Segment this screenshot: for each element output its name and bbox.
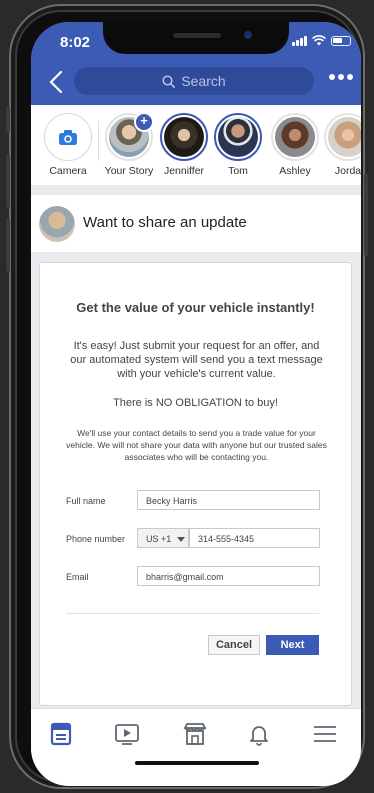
signal-icon: [292, 35, 307, 46]
power-button: [364, 174, 368, 256]
volume-up-button: [6, 154, 10, 208]
email-field[interactable]: bharris@gmail.com: [137, 566, 320, 586]
divider: [66, 613, 319, 614]
watch-video-icon[interactable]: [113, 720, 141, 748]
back-arrow-icon[interactable]: [47, 70, 67, 94]
story-label: Your Story: [104, 165, 154, 177]
country-code-select[interactable]: US +1: [137, 528, 189, 548]
app-screen: 8:02 Search Camera + Your Story Jenniffe…: [31, 22, 361, 786]
avatar: [328, 117, 361, 157]
status-composer[interactable]: Want to share an update: [31, 195, 361, 252]
search-icon: [162, 74, 176, 88]
device-notch: [103, 22, 289, 54]
story-ring: [271, 113, 319, 161]
story-label: Jorda: [334, 165, 361, 177]
camera-icon: [59, 129, 77, 145]
menu-icon[interactable]: [311, 720, 339, 748]
form-disclaimer: We'll use your contact details to send y…: [66, 428, 327, 462]
lead-form-card: Get the value of your vehicle instantly!…: [39, 262, 352, 706]
chevron-down-icon: [176, 537, 185, 542]
story-label: Tom: [228, 165, 248, 177]
full-name-field[interactable]: Becky Harris: [137, 490, 320, 510]
avatar: [164, 117, 204, 157]
avatar: [218, 117, 258, 157]
form-obligation: There is NO OBLIGATION to buy!: [113, 397, 278, 409]
your-story-circle: +: [105, 112, 154, 161]
bottom-tab-bar: [31, 708, 361, 786]
volume-down-button: [6, 218, 10, 272]
phone-field[interactable]: 314-555-4345: [189, 528, 320, 548]
story-camera[interactable]: Camera: [38, 113, 98, 177]
status-icons: [292, 35, 351, 46]
marketplace-icon[interactable]: [181, 720, 209, 748]
search-input[interactable]: Search: [74, 67, 314, 95]
form-title: Get the value of your vehicle instantly!: [76, 300, 315, 315]
battery-icon: [331, 35, 351, 46]
country-code-value: US +1: [146, 534, 172, 544]
avatar: [39, 206, 75, 242]
story-label: Jenniffer: [163, 165, 205, 177]
story-jenniffer[interactable]: Jenniffer: [154, 113, 214, 177]
phone-label: Phone number: [66, 534, 126, 544]
home-indicator: [135, 761, 259, 765]
camera-circle: [44, 113, 92, 161]
add-story-icon: +: [134, 112, 154, 132]
composer-prompt: Want to share an update: [83, 214, 247, 231]
story-label: Ashley: [279, 165, 311, 177]
story-ring: [160, 113, 208, 161]
stories-tray: Camera + Your Story Jenniffer Tom Ashley…: [31, 105, 361, 185]
front-camera: [244, 31, 252, 39]
story-your-story[interactable]: + Your Story: [99, 112, 159, 177]
header-bar: 8:02 Search: [31, 22, 361, 105]
news-feed-icon[interactable]: [47, 720, 75, 748]
form-intro: It's easy! Just submit your request for …: [70, 340, 323, 380]
mute-switch: [6, 106, 10, 132]
story-ring: [214, 113, 262, 161]
story-jorda[interactable]: Jorda: [318, 113, 361, 177]
search-placeholder: Search: [181, 73, 226, 89]
status-time: 8:02: [60, 34, 91, 51]
wifi-icon: [312, 35, 326, 46]
cancel-button[interactable]: Cancel: [208, 635, 260, 655]
full-name-label: Full name: [66, 496, 106, 506]
notifications-bell-icon[interactable]: [245, 720, 273, 748]
story-label: Camera: [49, 165, 87, 177]
email-label: Email: [66, 572, 89, 582]
next-button[interactable]: Next: [266, 635, 319, 655]
story-tom[interactable]: Tom: [208, 113, 268, 177]
more-options-icon[interactable]: [329, 74, 353, 80]
story-ring: [324, 113, 361, 161]
avatar: [275, 117, 315, 157]
story-ashley[interactable]: Ashley: [265, 113, 325, 177]
speaker-grille: [173, 33, 221, 38]
